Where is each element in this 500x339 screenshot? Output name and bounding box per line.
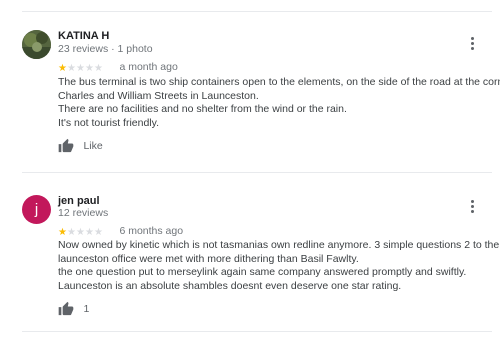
- star-icon: ★: [85, 227, 94, 238]
- avatar[interactable]: [22, 30, 51, 59]
- star-icon: ★: [94, 63, 103, 74]
- star-rating: ★★★★★: [58, 58, 103, 76]
- review-text-line: launceston office were met with more dit…: [58, 252, 359, 265]
- thumb-up-icon: [58, 139, 74, 153]
- thumb-up-icon: [58, 302, 74, 316]
- rating-row: ★★★★★ a month ago: [58, 58, 178, 74]
- divider-bottom: [22, 331, 492, 332]
- star-icon: ★: [85, 63, 94, 74]
- star-icon: ★: [76, 227, 85, 238]
- review-time: 6 months ago: [119, 225, 184, 237]
- more-options-button[interactable]: [462, 34, 482, 54]
- star-icon: ★: [94, 227, 103, 238]
- review-text-line: Launceston is an absolute shambles doesn…: [58, 279, 402, 292]
- star-icon: ★: [67, 227, 76, 238]
- review-text-line: The bus terminal is two ship containers …: [58, 76, 500, 88]
- like-button[interactable]: Like: [58, 137, 103, 153]
- review-text-line: the one question put to merseylink again…: [58, 266, 467, 278]
- rating-row: ★★★★★ 6 months ago: [58, 222, 184, 238]
- review-text-line: There are no facilities and no shelter f…: [58, 103, 347, 115]
- like-button[interactable]: 1: [58, 300, 89, 316]
- more-vert-icon: [471, 200, 474, 203]
- review-text-line: Now owned by kinetic which is not tasman…: [58, 239, 500, 251]
- review-text-line: Charles and William Streets in Launcesto…: [58, 89, 259, 102]
- reviewer-name[interactable]: jen paul: [58, 195, 100, 207]
- avatar[interactable]: j: [22, 195, 51, 224]
- review-text: The bus terminal is two ship containers …: [58, 76, 500, 130]
- review-text-line: It's not tourist friendly.: [58, 116, 160, 129]
- star-icon: ★: [58, 227, 67, 238]
- reviewer-name[interactable]: KATINA H: [58, 30, 109, 42]
- like-count: 1: [83, 302, 90, 315]
- avatar-photo-image: [22, 30, 51, 59]
- star-icon: ★: [76, 63, 85, 74]
- divider-middle: [22, 172, 492, 173]
- more-options-button[interactable]: [462, 197, 482, 217]
- reviewer-meta[interactable]: 12 reviews: [58, 207, 108, 219]
- star-icon: ★: [67, 63, 76, 74]
- like-label: Like: [83, 139, 103, 152]
- more-vert-icon: [471, 37, 474, 40]
- avatar-letter: j: [34, 201, 39, 218]
- review-text: Now owned by kinetic which is not tasman…: [58, 239, 500, 293]
- review-time: a month ago: [119, 61, 178, 73]
- star-rating: ★★★★★: [58, 222, 103, 240]
- reviewer-meta[interactable]: 23 reviews · 1 photo: [58, 43, 153, 55]
- star-icon: ★: [58, 63, 67, 74]
- divider-top: [22, 11, 492, 12]
